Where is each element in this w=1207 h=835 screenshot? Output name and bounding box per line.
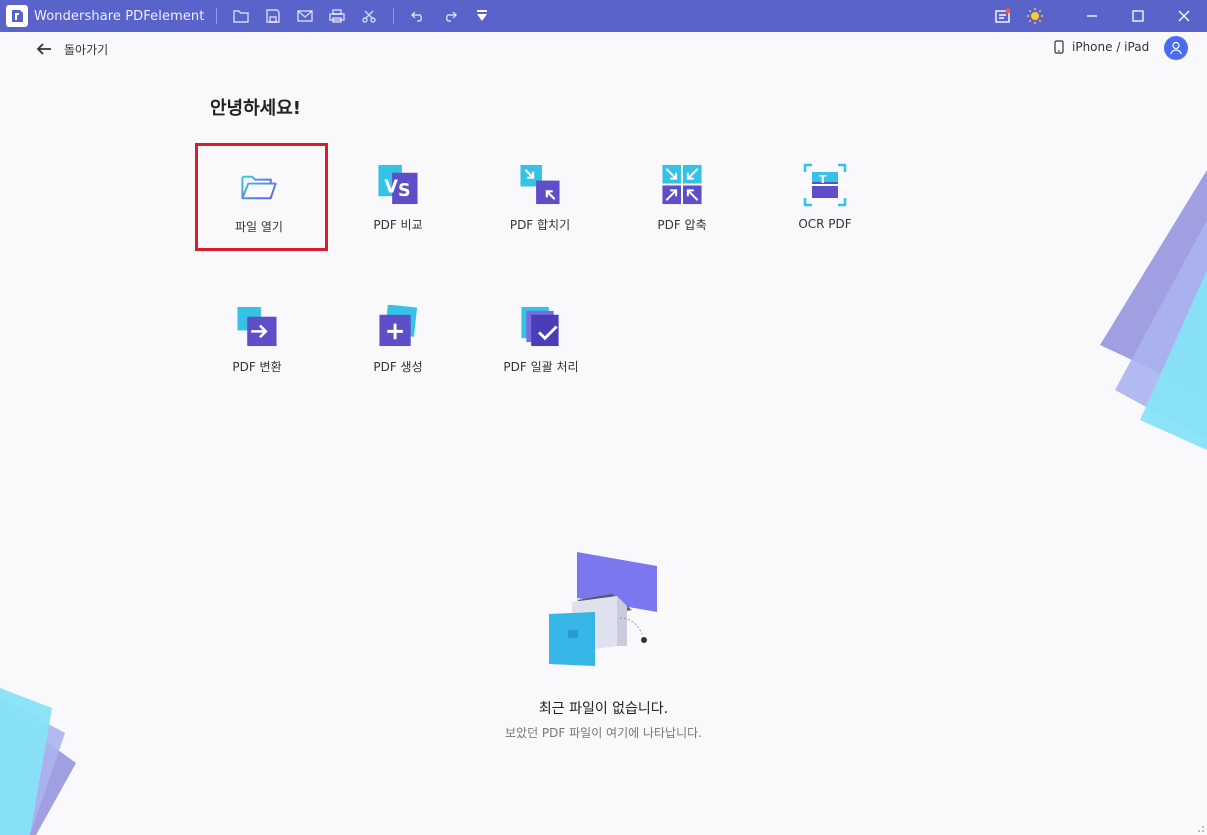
svg-text:S: S xyxy=(398,181,411,201)
theme-sun-icon[interactable] xyxy=(1019,0,1051,32)
empty-box-illustration xyxy=(549,552,657,666)
tool-label: PDF 생성 xyxy=(373,360,423,374)
compress-icon xyxy=(662,164,702,205)
svg-text:V: V xyxy=(384,177,398,197)
empty-state-subtitle: 보았던 PDF 파일이 여기에 나타납니다. xyxy=(504,726,702,740)
empty-state-title: 최근 파일이 없습니다. xyxy=(538,701,669,717)
decor-left-shapes xyxy=(0,688,76,835)
ocr-icon: T xyxy=(803,163,847,207)
device-label: iPhone / iPad xyxy=(1072,40,1150,54)
tool-ocr-pdf[interactable]: T OCR PDF xyxy=(760,143,890,233)
minimize-icon[interactable] xyxy=(1069,0,1115,32)
back-button[interactable]: 돌아가기 xyxy=(36,38,108,60)
compare-vs-icon: V S xyxy=(378,164,418,205)
page-title: 안녕하세요! xyxy=(210,98,302,119)
tool-pdf-create[interactable]: PDF 생성 xyxy=(333,285,463,375)
decor-right-shapes xyxy=(1100,170,1207,450)
merge-icon xyxy=(520,164,560,205)
maximize-icon[interactable] xyxy=(1115,0,1161,32)
phone-icon xyxy=(1054,40,1064,54)
tool-pdf-compress[interactable]: PDF 압축 xyxy=(617,143,747,233)
tool-pdf-batch[interactable]: PDF 일괄 처리 xyxy=(476,285,606,375)
batch-check-icon xyxy=(521,306,559,347)
tool-pdf-convert[interactable]: PDF 변환 xyxy=(192,285,322,375)
convert-icon xyxy=(237,306,277,347)
svg-text:T: T xyxy=(819,173,827,186)
tool-label: PDF 합치기 xyxy=(509,218,571,232)
app-title: Wondershare PDFelement xyxy=(34,8,205,24)
redo-icon[interactable] xyxy=(434,0,466,32)
tool-label: PDF 변환 xyxy=(232,360,282,374)
notification-icon[interactable] xyxy=(987,0,1019,32)
dropdown-icon[interactable] xyxy=(466,0,498,32)
scissors-icon[interactable] xyxy=(353,0,385,32)
app-logo xyxy=(6,5,28,27)
create-plus-icon xyxy=(379,305,418,347)
resize-grip-icon[interactable] xyxy=(1193,821,1205,833)
highlight-box xyxy=(195,143,328,251)
tool-label: OCR PDF xyxy=(798,217,852,231)
mail-icon[interactable] xyxy=(289,0,321,32)
tool-pdf-merge[interactable]: PDF 합치기 xyxy=(475,143,605,233)
folder-icon[interactable] xyxy=(225,0,257,32)
print-icon[interactable] xyxy=(321,0,353,32)
tool-label: PDF 압축 xyxy=(657,218,707,232)
tool-label: PDF 일괄 처리 xyxy=(503,360,579,374)
tool-label: PDF 비교 xyxy=(373,218,423,232)
undo-icon[interactable] xyxy=(402,0,434,32)
close-icon[interactable] xyxy=(1161,0,1207,32)
iphone-ipad-link[interactable]: iPhone / iPad xyxy=(1054,38,1149,56)
back-label: 돌아가기 xyxy=(64,42,109,57)
tool-pdf-compare[interactable]: V S PDF 비교 xyxy=(333,143,463,233)
avatar[interactable] xyxy=(1164,36,1188,60)
arrow-left-icon xyxy=(36,43,51,55)
title-bar: Wondershare PDFelement xyxy=(0,0,1207,32)
save-icon[interactable] xyxy=(257,0,289,32)
user-icon xyxy=(1170,41,1182,55)
